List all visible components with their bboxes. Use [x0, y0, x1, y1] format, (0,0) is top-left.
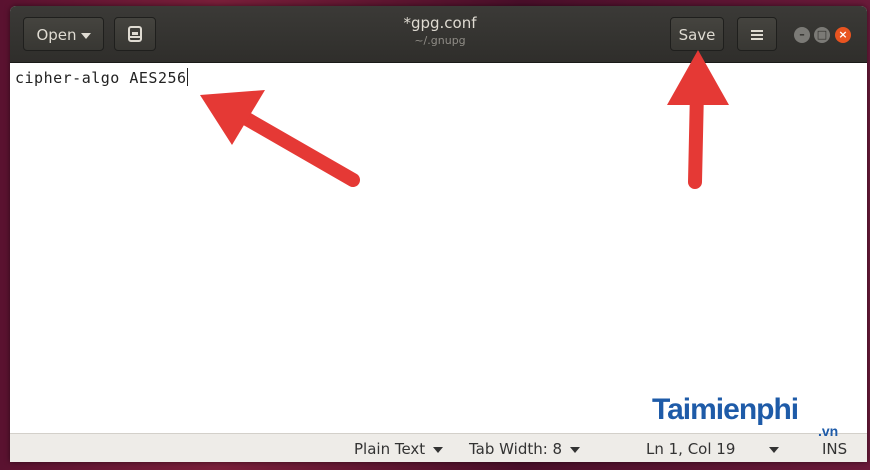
tab-width-selector[interactable]: Tab Width: 8	[469, 439, 581, 459]
document-title: *gpg.conf	[403, 14, 477, 32]
chevron-down-icon	[570, 446, 581, 453]
maximize-button[interactable]: □	[814, 27, 830, 43]
cursor-position-label: Ln 1, Col 19	[646, 440, 736, 458]
line-text: cipher-algo AES256	[15, 69, 187, 87]
editor-line: cipher-algo AES256	[15, 68, 188, 87]
tab-width-label: Tab Width: 8	[469, 440, 563, 458]
watermark-domain: .vn	[818, 423, 839, 439]
chevron-down-icon	[769, 446, 780, 453]
window-title: *gpg.conf ~/.gnupg	[340, 14, 540, 48]
minimize-icon: –	[799, 28, 805, 41]
chevron-down-icon	[80, 32, 91, 39]
close-button[interactable]: ×	[835, 27, 851, 43]
save-button[interactable]: Save	[670, 17, 724, 51]
cursor-position-selector[interactable]: Ln 1, Col 19	[646, 439, 780, 459]
hamburger-icon	[751, 30, 763, 40]
watermark-text: Taimienphi	[652, 393, 799, 426]
header-bar: Open *gpg.conf ~/.gnupg Save – □ ×	[10, 6, 867, 63]
language-label: Plain Text	[354, 440, 426, 458]
status-bar: Plain Text Tab Width: 8 Ln 1, Col 19 INS	[10, 433, 867, 462]
language-selector[interactable]: Plain Text	[354, 439, 444, 459]
clipboard-icon	[128, 26, 142, 42]
chevron-down-icon	[433, 446, 444, 453]
maximize-icon: □	[816, 28, 828, 41]
watermark-logo: Taimienphi .vn	[652, 393, 838, 439]
recent-documents-button[interactable]	[114, 17, 156, 51]
open-label: Open	[36, 26, 77, 44]
document-path: ~/.gnupg	[414, 34, 466, 47]
close-icon: ×	[838, 28, 848, 41]
text-cursor	[186, 68, 188, 86]
open-button[interactable]: Open	[23, 17, 104, 51]
minimize-button[interactable]: –	[794, 27, 810, 43]
menu-button[interactable]	[737, 17, 777, 51]
insert-mode-indicator: INS	[822, 440, 848, 458]
text-editor-area[interactable]: cipher-algo AES256	[10, 63, 867, 433]
